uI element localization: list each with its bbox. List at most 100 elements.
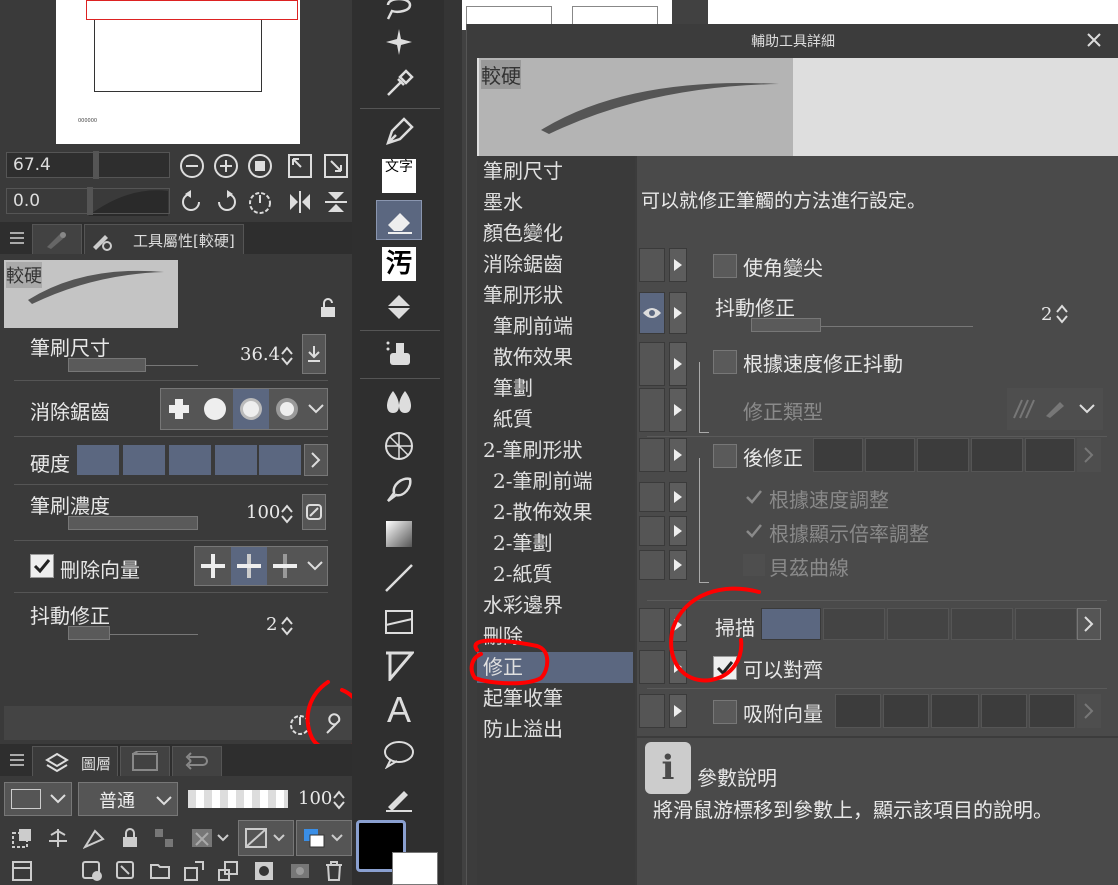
snap-level[interactable]: [981, 694, 1027, 728]
zoom-in-icon[interactable]: [210, 150, 242, 182]
expand-arrow-icon[interactable]: [669, 516, 687, 546]
expand-arrow-icon[interactable]: [669, 438, 687, 472]
stabilization-value[interactable]: 2: [266, 614, 277, 635]
show-in-property-toggle[interactable]: [639, 342, 665, 386]
brush-density-stepper-icon[interactable]: [278, 500, 296, 528]
show-in-property-toggle[interactable]: [639, 608, 665, 642]
brush-size-stepper-icon[interactable]: [278, 342, 296, 370]
new-folder-icon[interactable]: [146, 858, 174, 884]
adjust-by-speed-checkbox[interactable]: [743, 486, 765, 508]
category-2-brush-shape[interactable]: 2-筆刷形狀: [477, 435, 635, 466]
stabilization-setting-stepper-icon[interactable]: [1053, 300, 1071, 328]
hardness-level-4[interactable]: [214, 444, 258, 476]
delete-vector-checkbox[interactable]: [30, 554, 54, 578]
eye-icon[interactable]: [639, 292, 665, 334]
chevron-right-icon[interactable]: [1077, 438, 1101, 472]
stabilization-bar[interactable]: [68, 626, 110, 640]
post-correction-checkbox[interactable]: [713, 444, 737, 468]
expand-arrow-icon[interactable]: [669, 482, 687, 512]
draft-layer-icon[interactable]: [80, 824, 108, 852]
show-in-property-toggle[interactable]: [639, 516, 665, 546]
stabilization-setting-value[interactable]: 2: [1041, 304, 1052, 325]
opacity-value[interactable]: 100: [298, 788, 332, 809]
chevron-right-icon[interactable]: [1077, 608, 1101, 640]
actual-size-icon[interactable]: [244, 150, 276, 182]
tab-animation[interactable]: [120, 746, 170, 776]
brush-density-bar[interactable]: [68, 516, 198, 530]
clip-layer-icon[interactable]: [8, 824, 36, 852]
tab-tool-property[interactable]: 工具屬性[較硬]: [84, 224, 244, 254]
decoration-tool-icon[interactable]: 汚: [376, 244, 422, 284]
trash-icon[interactable]: [320, 858, 348, 884]
category-2-spray-effect[interactable]: 2-散佈效果: [477, 497, 635, 528]
bezier-checkbox[interactable]: [743, 554, 765, 576]
tab-history[interactable]: [172, 746, 222, 776]
close-icon[interactable]: [1079, 28, 1109, 52]
post-correction-level[interactable]: [917, 438, 969, 472]
panel-menu-icon[interactable]: [8, 228, 26, 248]
show-in-property-toggle[interactable]: [639, 482, 665, 512]
text-tool-icon[interactable]: A: [376, 689, 422, 730]
stroke-type-icon[interactable]: [1043, 396, 1069, 422]
antialias-strong-icon[interactable]: [269, 389, 305, 429]
sweep-level-1[interactable]: [761, 608, 821, 640]
reset-rotation-icon[interactable]: [244, 186, 276, 218]
dialog-titlebar[interactable]: 輔助工具詳細: [467, 24, 1118, 56]
layer-color-icon[interactable]: [296, 820, 352, 856]
tab-brush-size[interactable]: [32, 224, 82, 254]
correction-type-selector[interactable]: [1007, 388, 1103, 430]
fit-navigator-icon[interactable]: [320, 150, 352, 182]
flip-vertical-icon[interactable]: [320, 186, 352, 218]
transfer-down-icon[interactable]: [180, 858, 208, 884]
zoom-out-icon[interactable]: [176, 150, 208, 182]
frame-border-tool-icon[interactable]: [376, 602, 422, 642]
speed-stabilization-checkbox[interactable]: [713, 350, 737, 374]
category-2-stroke[interactable]: 2-筆劃: [477, 528, 635, 559]
delete-to-intersection-icon[interactable]: [231, 547, 267, 585]
auto-select-tool-icon[interactable]: [376, 22, 422, 62]
category-ink[interactable]: 墨水: [477, 187, 635, 218]
category-texture[interactable]: 紙質: [477, 404, 635, 435]
category-color-jitter[interactable]: 顏色變化: [477, 218, 635, 249]
post-correction-level[interactable]: [813, 438, 863, 472]
zoom-slider-handle[interactable]: [93, 151, 99, 179]
layer-color-dropdown[interactable]: [4, 782, 72, 816]
frame-tool-icon[interactable]: [376, 426, 422, 466]
eyedropper-tool-icon[interactable]: [376, 64, 422, 104]
hardness-level-3[interactable]: [168, 444, 212, 476]
brush-size-dynamics-button[interactable]: [302, 334, 326, 374]
category-2-texture[interactable]: 2-紙質: [477, 559, 635, 590]
sweep-level-4[interactable]: [951, 608, 1013, 640]
antialias-none-icon[interactable]: [161, 389, 197, 429]
antialias-weak-icon[interactable]: [197, 389, 233, 429]
opacity-stepper-icon[interactable]: [330, 786, 348, 814]
speed-type-icon[interactable]: [1011, 396, 1037, 422]
chevron-down-icon[interactable]: [305, 389, 327, 429]
post-correction-level[interactable]: [971, 438, 1023, 472]
chevron-down-icon[interactable]: [303, 547, 327, 585]
expand-arrow-icon[interactable]: [669, 342, 687, 386]
category-stroke[interactable]: 筆劃: [477, 373, 635, 404]
show-in-property-toggle[interactable]: [639, 388, 665, 432]
category-brush-shape[interactable]: 筆刷形狀: [477, 280, 635, 311]
chevron-down-icon[interactable]: [1077, 402, 1097, 416]
expand-arrow-icon[interactable]: [669, 248, 687, 282]
blend-tool-icon[interactable]: [376, 334, 422, 374]
opacity-slider[interactable]: [188, 790, 288, 808]
sharpen-corners-checkbox[interactable]: [713, 254, 737, 278]
fit-window-icon[interactable]: [284, 150, 316, 182]
post-correction-level[interactable]: [865, 438, 915, 472]
brush-density-value[interactable]: 100: [246, 502, 280, 523]
hardness-level-1[interactable]: [76, 444, 120, 476]
reference-layer-icon[interactable]: [44, 824, 72, 852]
delete-segment-icon[interactable]: [267, 547, 303, 585]
balloon-tool-icon[interactable]: [376, 734, 422, 774]
brush-tool-icon[interactable]: [376, 470, 422, 510]
flip-horizontal-icon[interactable]: [284, 186, 316, 218]
expand-arrow-icon[interactable]: [669, 550, 687, 580]
brush-density-dynamics-button[interactable]: [302, 494, 326, 530]
delete-vector-mode-selector[interactable]: [194, 546, 328, 586]
category-brush-size[interactable]: 筆刷尺寸: [477, 156, 635, 187]
rotate-slider-handle[interactable]: [87, 187, 93, 215]
rotate-slider[interactable]: 0.0: [6, 187, 170, 215]
